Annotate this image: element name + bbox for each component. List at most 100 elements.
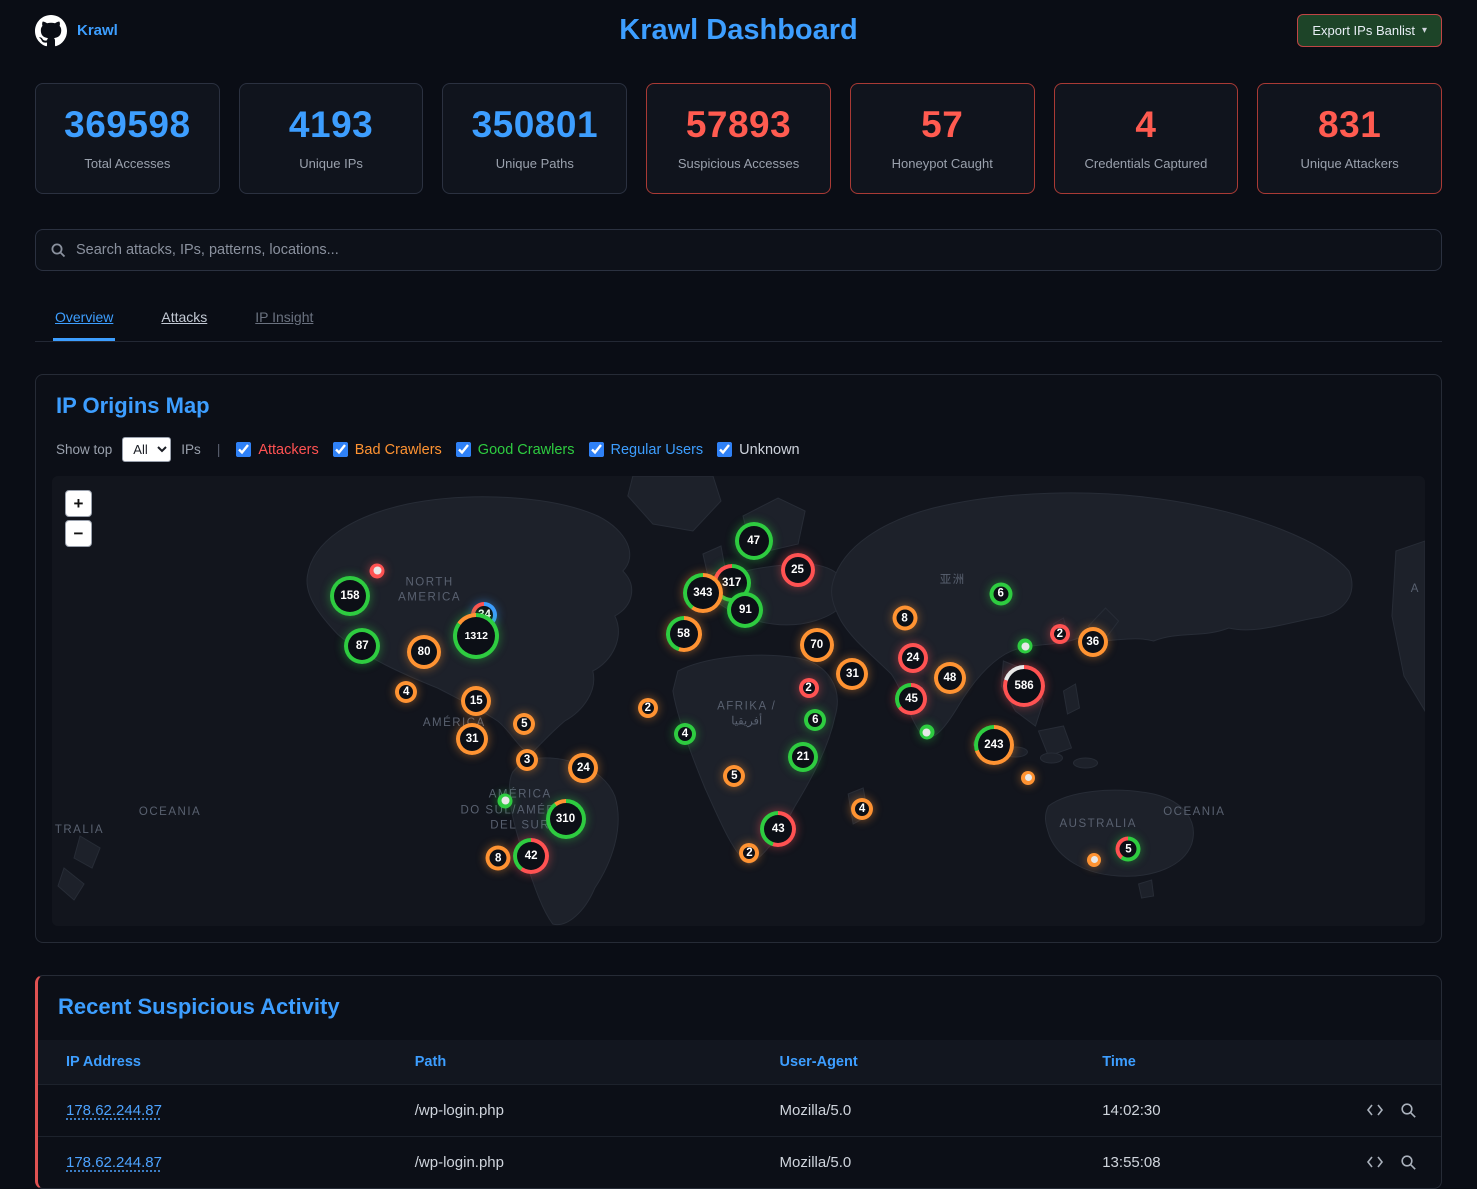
- map-marker[interactable]: 5: [1116, 837, 1141, 862]
- legend-checkbox[interactable]: [589, 442, 604, 457]
- show-top-select[interactable]: All: [122, 437, 171, 462]
- map-marker[interactable]: [1021, 771, 1035, 785]
- stat-label: Unique IPs: [248, 156, 415, 171]
- map-marker[interactable]: 15: [461, 686, 491, 716]
- map-marker[interactable]: [1087, 853, 1101, 867]
- map-marker[interactable]: 4: [395, 681, 417, 703]
- inspect-search-icon[interactable]: [1400, 1154, 1417, 1171]
- map-marker[interactable]: [919, 725, 934, 740]
- map-marker[interactable]: 3: [516, 749, 538, 771]
- zoom-out-button[interactable]: −: [65, 520, 92, 547]
- export-banlist-button[interactable]: Export IPs Banlist ▾: [1297, 14, 1442, 47]
- stat-label: Unique Paths: [451, 156, 618, 171]
- map-marker[interactable]: 48: [934, 662, 966, 694]
- stat-label: Total Accesses: [44, 156, 211, 171]
- map-marker-count: 24: [572, 757, 594, 779]
- tab-ip-insight[interactable]: IP Insight: [253, 297, 315, 341]
- zoom-in-button[interactable]: +: [65, 490, 92, 517]
- map-marker[interactable]: 243: [974, 725, 1014, 765]
- map-marker[interactable]: 6: [804, 709, 826, 731]
- ip-origins-map-panel: IP Origins Map Show top All IPs | Attack…: [35, 374, 1442, 943]
- legend-checkbox[interactable]: [456, 442, 471, 457]
- map-marker[interactable]: [370, 563, 385, 578]
- brand-name: Krawl: [77, 22, 118, 39]
- legend-item[interactable]: Regular Users: [589, 442, 704, 458]
- map-marker-count: 24: [902, 647, 924, 669]
- map-marker[interactable]: 310: [546, 799, 586, 839]
- map-marker[interactable]: 5: [723, 765, 745, 787]
- map-marker[interactable]: 4: [851, 798, 873, 820]
- stat-value: 369598: [44, 104, 211, 146]
- world-map[interactable]: + − NORTHAMERICAAMÉRICAAMÉRICADO SUL/AMÉ…: [52, 476, 1425, 926]
- map-marker[interactable]: 58: [666, 616, 702, 652]
- map-marker-count: 5: [1120, 841, 1137, 858]
- map-marker[interactable]: 2: [739, 843, 759, 863]
- map-marker[interactable]: 31: [456, 723, 488, 755]
- tab-overview[interactable]: Overview: [53, 297, 115, 341]
- user-agent-cell: Mozilla/5.0: [768, 1137, 1091, 1189]
- search-bar: [35, 229, 1442, 271]
- legend-item[interactable]: Good Crawlers: [456, 442, 575, 458]
- tab-attacks[interactable]: Attacks: [159, 297, 209, 341]
- map-marker[interactable]: 31: [836, 658, 868, 690]
- legend-checkbox[interactable]: [717, 442, 732, 457]
- map-marker[interactable]: 42: [513, 838, 549, 874]
- code-icon[interactable]: [1366, 1154, 1384, 1170]
- map-marker[interactable]: 8: [892, 606, 917, 631]
- map-marker[interactable]: 343: [683, 573, 723, 613]
- stat-value: 4: [1063, 104, 1230, 146]
- map-marker[interactable]: 4: [674, 723, 696, 745]
- map-marker[interactable]: 36: [1078, 627, 1108, 657]
- map-panel-title: IP Origins Map: [52, 393, 1425, 419]
- map-marker[interactable]: 25: [781, 553, 815, 587]
- map-marker-count: 2: [642, 702, 654, 714]
- map-marker-count: 3: [520, 753, 534, 767]
- legend-label: Good Crawlers: [478, 442, 575, 458]
- legend-label: Regular Users: [611, 442, 704, 458]
- map-marker[interactable]: 47: [735, 522, 773, 560]
- legend-item[interactable]: Attackers: [236, 442, 318, 458]
- map-marker[interactable]: 70: [800, 628, 834, 662]
- legend-item[interactable]: Unknown: [717, 442, 799, 458]
- legend-checkbox[interactable]: [236, 442, 251, 457]
- code-icon[interactable]: [1366, 1102, 1384, 1118]
- inspect-search-icon[interactable]: [1400, 1102, 1417, 1119]
- map-marker-count: 21: [792, 746, 814, 768]
- map-marker[interactable]: 6: [989, 582, 1012, 605]
- map-marker[interactable]: 158: [330, 576, 370, 616]
- ip-address-link[interactable]: 178.62.244.87: [66, 1102, 162, 1119]
- map-marker[interactable]: [498, 793, 513, 808]
- map-marker[interactable]: 87: [344, 628, 380, 664]
- map-marker[interactable]: 43: [760, 811, 796, 847]
- map-marker[interactable]: 91: [727, 592, 763, 628]
- ip-address-link[interactable]: 178.62.244.87: [66, 1154, 162, 1171]
- map-marker[interactable]: 8: [486, 846, 511, 871]
- ips-label: IPs: [181, 442, 201, 457]
- legend-checkbox[interactable]: [333, 442, 348, 457]
- map-marker-count: 343: [687, 577, 719, 609]
- map-marker[interactable]: 45: [895, 683, 927, 715]
- brand: Krawl: [35, 15, 118, 47]
- map-marker[interactable]: 1312: [453, 613, 499, 659]
- stat-label: Honeypot Caught: [859, 156, 1026, 171]
- map-marker[interactable]: 21: [788, 742, 818, 772]
- map-marker[interactable]: 24: [898, 643, 928, 673]
- map-marker-count: 4: [855, 802, 869, 816]
- map-marker[interactable]: [1018, 639, 1033, 654]
- map-marker[interactable]: 2: [638, 698, 658, 718]
- legend-item[interactable]: Bad Crawlers: [333, 442, 442, 458]
- map-marker[interactable]: 24: [568, 753, 598, 783]
- map-marker[interactable]: 2: [799, 678, 819, 698]
- search-input[interactable]: [76, 242, 1427, 258]
- map-marker[interactable]: 80: [407, 635, 441, 669]
- page-title: Krawl Dashboard: [0, 14, 1477, 47]
- map-marker-count: [501, 797, 509, 805]
- activity-header-row: IP AddressPathUser-AgentTime: [38, 1040, 1441, 1085]
- map-marker[interactable]: 2: [1050, 624, 1070, 644]
- map-marker[interactable]: 5: [513, 713, 535, 735]
- search-icon: [50, 242, 66, 258]
- map-marker[interactable]: 586: [1003, 665, 1045, 707]
- stat-label: Credentials Captured: [1063, 156, 1230, 171]
- column-header-time: Time: [1090, 1040, 1343, 1085]
- stat-card: 57 Honeypot Caught: [850, 83, 1035, 194]
